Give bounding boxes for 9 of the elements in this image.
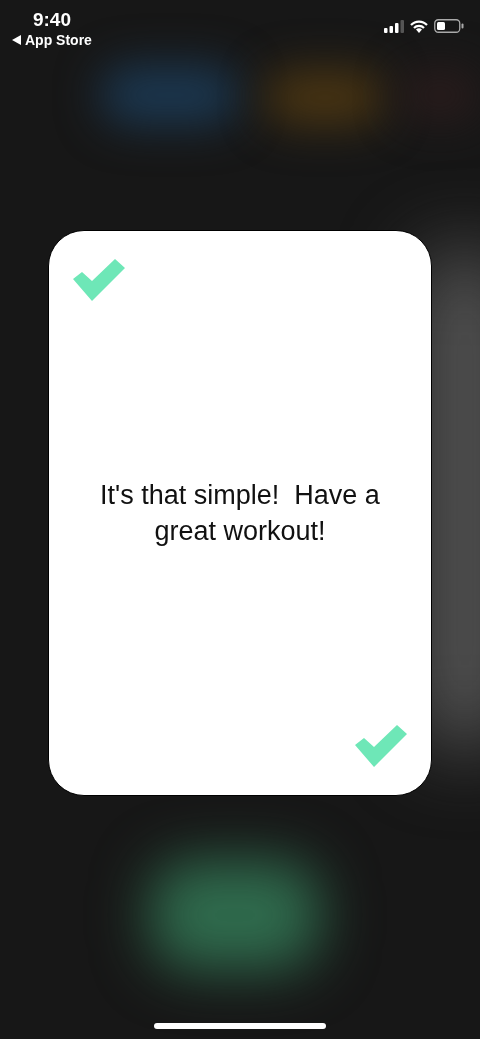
checkmark-icon bbox=[355, 725, 407, 767]
back-link[interactable]: App Store bbox=[12, 32, 92, 48]
checkmark-icon bbox=[73, 259, 125, 301]
battery-icon bbox=[434, 19, 464, 33]
back-arrow-icon bbox=[12, 35, 21, 45]
status-time: 9:40 bbox=[32, 8, 71, 32]
card-message: It's that simple! Have a great workout! bbox=[99, 479, 381, 548]
wifi-icon bbox=[410, 19, 428, 33]
signal-icon bbox=[384, 19, 404, 33]
